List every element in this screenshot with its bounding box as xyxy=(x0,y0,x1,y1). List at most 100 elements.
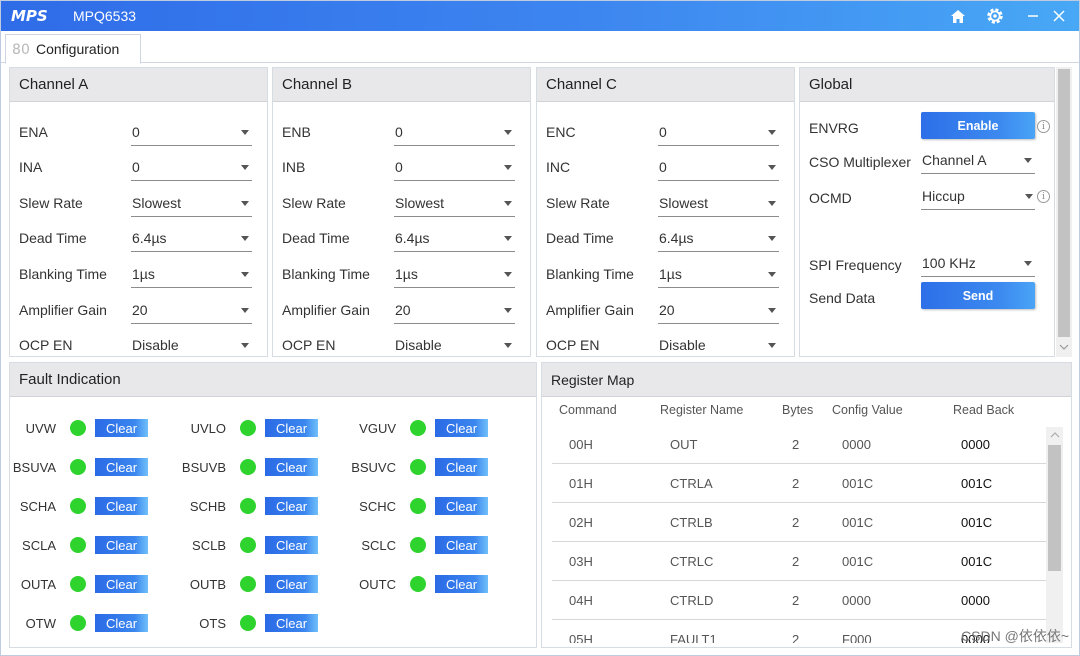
global-scrollbar[interactable] xyxy=(1056,67,1072,357)
cell-register-name: FAULT1 xyxy=(670,632,717,643)
clear-button[interactable]: Clear xyxy=(95,614,148,632)
setting-select[interactable]: 0 xyxy=(131,155,252,181)
setting-row: INC 0 xyxy=(546,155,786,181)
cell-register-name: CTRLA xyxy=(670,476,713,491)
setting-select[interactable]: Disable xyxy=(658,333,779,356)
cell-config-value[interactable]: 0000 xyxy=(842,437,871,452)
clear-button[interactable]: Clear xyxy=(265,497,318,515)
setting-select[interactable]: 0 xyxy=(394,120,515,146)
clear-button[interactable]: Clear xyxy=(95,536,148,554)
table-row[interactable]: 00H OUT 2 0000 0000 xyxy=(552,425,1046,464)
app-title: MPQ6533 xyxy=(73,8,137,24)
scroll-down-arrow-icon[interactable] xyxy=(1059,343,1069,351)
cell-config-value[interactable]: F000 xyxy=(842,632,872,643)
envrg-info-icon[interactable]: i xyxy=(1037,120,1050,133)
table-row[interactable]: 01H CTRLA 2 001C 001C xyxy=(552,464,1046,503)
table-row[interactable]: 04H CTRLD 2 0000 0000 xyxy=(552,581,1046,620)
setting-select[interactable]: 20 xyxy=(394,298,515,324)
setting-select[interactable]: 1µs xyxy=(658,262,779,288)
chevron-down-icon xyxy=(1024,158,1032,163)
setting-select[interactable]: 6.4µs xyxy=(131,226,252,252)
setting-label: Slew Rate xyxy=(19,195,83,211)
setting-select[interactable]: 20 xyxy=(131,298,252,324)
clear-button[interactable]: Clear xyxy=(435,497,488,515)
setting-select[interactable]: 1µs xyxy=(131,262,252,288)
clear-button[interactable]: Clear xyxy=(95,497,148,515)
close-icon[interactable] xyxy=(1048,5,1070,27)
setting-row: INB 0 xyxy=(282,155,522,181)
col-read-back[interactable]: Read Back xyxy=(953,403,1014,417)
spi-frequency-select[interactable]: 100 KHz xyxy=(921,251,1035,277)
status-led-icon xyxy=(70,459,86,475)
send-button[interactable]: Send xyxy=(921,282,1035,309)
setting-select[interactable]: Slowest xyxy=(131,191,252,217)
setting-select[interactable]: 0 xyxy=(131,120,252,146)
col-register-name[interactable]: Register Name xyxy=(660,403,743,417)
tab-configuration[interactable]: 80 Configuration xyxy=(5,34,141,64)
cell-read-back: 0000 xyxy=(961,437,990,452)
col-command[interactable]: Command xyxy=(559,403,617,417)
cell-config-value[interactable]: 0000 xyxy=(842,593,871,608)
setting-select[interactable]: 6.4µs xyxy=(658,226,779,252)
setting-value: 0 xyxy=(659,124,667,140)
table-row[interactable]: 03H CTRLC 2 001C 001C xyxy=(552,542,1046,581)
fault-label: BSUVB xyxy=(181,460,226,475)
chevron-down-icon xyxy=(504,343,512,348)
cell-command: 01H xyxy=(569,476,593,491)
clear-button[interactable]: Clear xyxy=(265,536,318,554)
clear-button[interactable]: Clear xyxy=(265,458,318,476)
chevron-down-icon xyxy=(241,165,249,170)
register-map-scrollbar[interactable] xyxy=(1046,427,1063,643)
table-row[interactable]: 02H CTRLB 2 001C 001C xyxy=(552,503,1046,542)
register-map-scrollbar-thumb[interactable] xyxy=(1048,445,1061,571)
setting-select[interactable]: Disable xyxy=(131,333,252,356)
clear-button[interactable]: Clear xyxy=(435,575,488,593)
clear-button[interactable]: Clear xyxy=(265,419,318,437)
ocmd-info-icon[interactable]: i xyxy=(1037,190,1050,203)
status-led-icon xyxy=(70,615,86,631)
clear-button[interactable]: Clear xyxy=(265,575,318,593)
settings-gear-icon[interactable] xyxy=(984,5,1006,27)
fault-item: OUTC Clear xyxy=(359,573,524,595)
cell-config-value[interactable]: 001C xyxy=(842,554,873,569)
setting-select[interactable]: 0 xyxy=(658,120,779,146)
minimize-icon[interactable] xyxy=(1022,5,1044,27)
clear-button[interactable]: Clear xyxy=(435,419,488,437)
global-scrollbar-thumb[interactable] xyxy=(1058,69,1070,337)
setting-value: Disable xyxy=(132,337,179,353)
setting-select[interactable]: 6.4µs xyxy=(394,226,515,252)
cell-register-name: CTRLC xyxy=(670,554,714,569)
clear-button[interactable]: Clear xyxy=(95,419,148,437)
setting-select[interactable]: Slowest xyxy=(394,191,515,217)
envrg-label: ENVRG xyxy=(809,120,859,136)
setting-select[interactable]: 0 xyxy=(658,155,779,181)
svg-text:8: 8 xyxy=(12,42,21,58)
ocmd-label: OCMD xyxy=(809,190,852,206)
chevron-down-icon xyxy=(504,130,512,135)
status-led-icon xyxy=(70,537,86,553)
fault-label: SCHC xyxy=(359,499,396,514)
home-icon[interactable] xyxy=(947,5,969,27)
clear-button[interactable]: Clear xyxy=(95,575,148,593)
setting-select[interactable]: Slowest xyxy=(658,191,779,217)
status-led-icon xyxy=(70,498,86,514)
clear-button[interactable]: Clear xyxy=(95,458,148,476)
envrg-enable-button[interactable]: Enable xyxy=(921,112,1035,139)
chevron-down-icon xyxy=(241,130,249,135)
clear-button[interactable]: Clear xyxy=(435,536,488,554)
cso-multiplexer-select[interactable]: Channel A xyxy=(921,148,1035,174)
setting-select[interactable]: 0 xyxy=(394,155,515,181)
col-bytes[interactable]: Bytes xyxy=(782,403,813,417)
cell-config-value[interactable]: 001C xyxy=(842,476,873,491)
setting-select[interactable]: 20 xyxy=(658,298,779,324)
setting-select[interactable]: Disable xyxy=(394,333,515,356)
cell-config-value[interactable]: 001C xyxy=(842,515,873,530)
chevron-down-icon xyxy=(1024,261,1032,266)
setting-select[interactable]: 1µs xyxy=(394,262,515,288)
setting-label: Dead Time xyxy=(546,230,614,246)
ocmd-select[interactable]: Hiccup xyxy=(921,184,1035,210)
clear-button[interactable]: Clear xyxy=(435,458,488,476)
col-config-value[interactable]: Config Value xyxy=(832,403,903,417)
scroll-up-arrow-icon[interactable] xyxy=(1050,431,1060,439)
clear-button[interactable]: Clear xyxy=(265,614,318,632)
